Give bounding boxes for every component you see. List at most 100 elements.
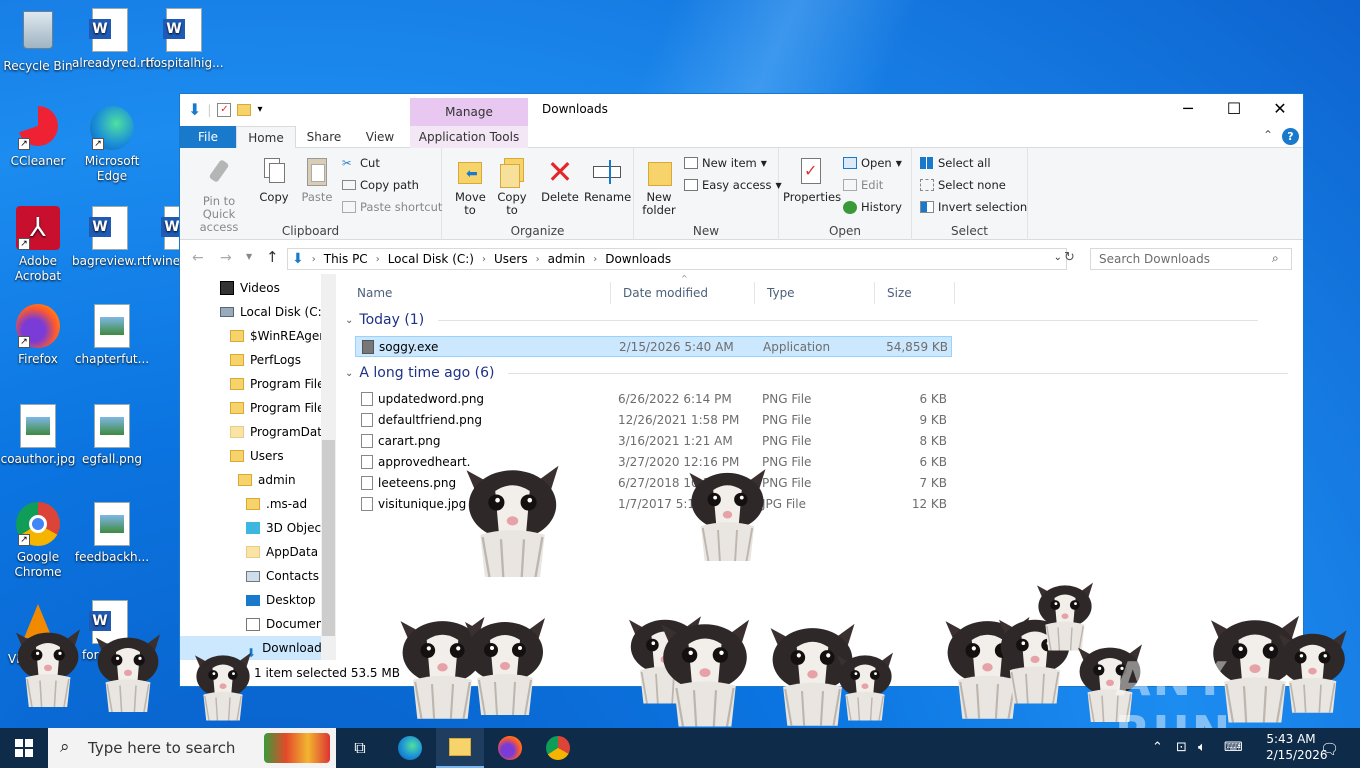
nav-item-program-files[interactable]: Program Files — [230, 372, 331, 396]
copy-button[interactable]: Copy — [254, 156, 294, 204]
forward-arrow-icon[interactable]: → — [220, 250, 232, 266]
close-button[interactable]: ✕ — [1257, 94, 1303, 124]
nav-item-contacts[interactable]: Contacts — [246, 564, 319, 588]
nav-item-appdata[interactable]: AppData — [246, 540, 318, 564]
properties-button[interactable]: ✓ Properties — [783, 156, 841, 204]
history-button[interactable]: History — [843, 200, 902, 214]
desktop-icon-alreadyred[interactable]: W alreadyred.rtf — [72, 8, 154, 71]
nav-scrollbar-thumb[interactable] — [322, 440, 335, 636]
nav-item-3d-objects[interactable]: 3D Objects — [246, 516, 332, 540]
desktop-icon-feedbackh[interactable]: feedbackh... — [74, 502, 150, 565]
volume-icon[interactable]: 🔈︎ — [1198, 740, 1206, 755]
refresh-icon[interactable]: ↻ — [1064, 250, 1075, 265]
column-header-date[interactable]: Date modified — [611, 282, 755, 304]
tray-chevron-icon[interactable]: ⌃ — [1152, 740, 1163, 755]
paste-shortcut-button[interactable]: Paste shortcut — [342, 200, 442, 214]
desktop-icon-coauthor[interactable]: coauthor.jpg — [0, 404, 76, 467]
maximize-button[interactable]: ☐ — [1211, 94, 1257, 124]
address-dropdown-icon[interactable]: ⌄ — [1054, 252, 1062, 263]
nav-item-ms-ad[interactable]: .ms-ad — [246, 492, 307, 516]
address-bar[interactable]: ⬇ › This PC › Local Disk (C:) › Users › … — [287, 248, 1067, 270]
desktop-icon-bagreview[interactable]: W bagreview.rtf — [72, 206, 151, 269]
nav-item-desktop[interactable]: Desktop — [246, 588, 316, 612]
column-header-type[interactable]: Type — [755, 282, 875, 304]
desktop-icon-egfall[interactable]: egfall.png — [74, 404, 150, 467]
table-row[interactable]: soggy.exe 2/15/2026 5:40 AM Application … — [355, 336, 952, 357]
table-row[interactable]: visitunique.jpg 1/7/2017 5:15 JPG File 12 K… — [355, 494, 952, 515]
desktop-icon-acrobat[interactable]: ⅄ ↗ Adobe Acrobat — [0, 206, 76, 284]
desktop-icon-ccleaner[interactable]: ↗ CCleaner — [0, 106, 76, 169]
taskbar-firefox-button[interactable] — [486, 728, 534, 768]
search-input[interactable]: Search Downloads — [1090, 248, 1292, 270]
desktop-icon-edge[interactable]: ↗ Microsoft Edge — [74, 106, 150, 184]
back-arrow-icon[interactable]: ← — [192, 250, 204, 266]
rename-button[interactable]: Rename — [584, 156, 631, 204]
table-row[interactable]: updatedword.png 6/26/2022 6:14 PM PNG File… — [355, 389, 952, 410]
nav-item-local-disk[interactable]: Local Disk (C:) — [220, 300, 326, 324]
system-clock[interactable]: 5:43 AM 2/15/2026 — [1266, 731, 1328, 763]
checkmark-qa-icon[interactable]: ✓ — [217, 102, 232, 117]
easy-access-button[interactable]: Easy access ▼ — [684, 178, 782, 192]
breadcrumb-this-pc[interactable]: This PC — [324, 252, 368, 266]
new-item-button[interactable]: New item ▼ — [684, 156, 767, 170]
desktop-icon-recycle-bin[interactable]: Recycle Bin — [0, 8, 76, 74]
breadcrumb-downloads[interactable]: Downloads — [605, 252, 671, 266]
group-header-older[interactable]: ⌄ A long time ago (6) — [345, 365, 1289, 381]
breadcrumb-local-disk[interactable]: Local Disk (C:) — [388, 252, 474, 266]
invert-selection-button[interactable]: Invert selection — [920, 200, 1027, 214]
copy-path-button[interactable]: Copy path — [342, 178, 419, 192]
column-header-size[interactable]: Size — [875, 282, 955, 304]
help-icon[interactable]: ? — [1282, 128, 1299, 145]
breadcrumb-users[interactable]: Users — [494, 252, 528, 266]
taskbar-edge-button[interactable] — [386, 728, 434, 768]
desktop-icon-chapterfut[interactable]: chapterfut... — [74, 304, 150, 367]
table-row[interactable]: carart.png 3/16/2021 1:21 AM PNG File 8 KB — [355, 431, 952, 452]
nav-item-program-files-x86[interactable]: Program Files — [230, 396, 331, 420]
nav-item-winreagent[interactable]: $WinREAgent — [230, 324, 332, 348]
recent-locations-icon[interactable]: ▼ — [246, 252, 252, 261]
tab-home[interactable]: Home — [236, 126, 296, 149]
network-icon[interactable]: ⊡ — [1176, 740, 1187, 755]
tab-file[interactable]: File — [180, 126, 236, 148]
open-button[interactable]: Open ▼ — [843, 156, 902, 170]
nav-item-perflogs[interactable]: PerfLogs — [230, 348, 301, 372]
desktop-icon-firefox[interactable]: ↗ Firefox — [0, 304, 76, 367]
properties-qa-icon[interactable]: ⬇ — [188, 100, 201, 119]
breadcrumb-admin[interactable]: admin — [548, 252, 586, 266]
keyboard-icon[interactable]: ⌨ — [1224, 740, 1243, 755]
edit-button[interactable]: Edit — [843, 178, 883, 192]
nav-item-admin[interactable]: admin — [238, 468, 296, 492]
pin-quick-access-button[interactable]: Pin to Quick access — [186, 156, 252, 234]
select-all-button[interactable]: Select all — [920, 156, 991, 170]
tab-share[interactable]: Share — [298, 126, 350, 148]
nav-item-users[interactable]: Users — [230, 444, 284, 468]
move-to-button[interactable]: ⬅ Move to — [450, 156, 490, 217]
cut-button[interactable]: ✂ Cut — [342, 156, 380, 170]
collapse-ribbon-icon[interactable]: ⌃ — [1263, 128, 1273, 142]
table-row[interactable]: leeteens.png 6/27/2018 10:3 PNG File 7 KB — [355, 473, 952, 494]
task-view-button[interactable]: ⧉ — [336, 728, 384, 768]
tab-application-tools[interactable]: Application Tools — [410, 126, 528, 148]
table-row[interactable]: approvedheart. 3/27/2020 12:16 PM PNG File… — [355, 452, 952, 473]
new-folder-button[interactable]: New folder — [638, 156, 680, 217]
nav-item-programdata[interactable]: ProgramData — [230, 420, 329, 444]
delete-button[interactable]: ✕ Delete — [538, 156, 582, 204]
copy-to-button[interactable]: Copy to — [492, 156, 532, 217]
group-header-today[interactable]: ⌄ Today (1) — [345, 312, 1259, 328]
desktop-icon-hospitalhig[interactable]: W hospitalhig... — [146, 8, 224, 71]
desktop-icon-wine[interactable]: W wine — [146, 206, 180, 269]
paste-button[interactable]: Paste — [296, 156, 338, 204]
qa-dropdown-icon[interactable]: ▾ — [257, 104, 262, 115]
table-row[interactable]: defaultfriend.png 12/26/2021 1:58 PM PNG F… — [355, 410, 952, 431]
tab-view[interactable]: View — [354, 126, 406, 148]
select-none-button[interactable]: Select none — [920, 178, 1006, 192]
start-button[interactable] — [0, 728, 48, 768]
new-folder-qa-icon[interactable] — [237, 103, 252, 116]
desktop-icon-chrome[interactable]: ↗ Google Chrome — [0, 502, 76, 580]
taskbar-explorer-button[interactable] — [436, 728, 484, 768]
nav-item-videos[interactable]: Videos — [220, 276, 280, 300]
manage-tab[interactable]: Manage — [410, 98, 528, 126]
up-arrow-icon[interactable]: ↑ — [266, 248, 279, 266]
notifications-icon[interactable]: 🗨︎ — [1320, 740, 1339, 758]
column-header-name[interactable]: Name — [345, 282, 611, 304]
